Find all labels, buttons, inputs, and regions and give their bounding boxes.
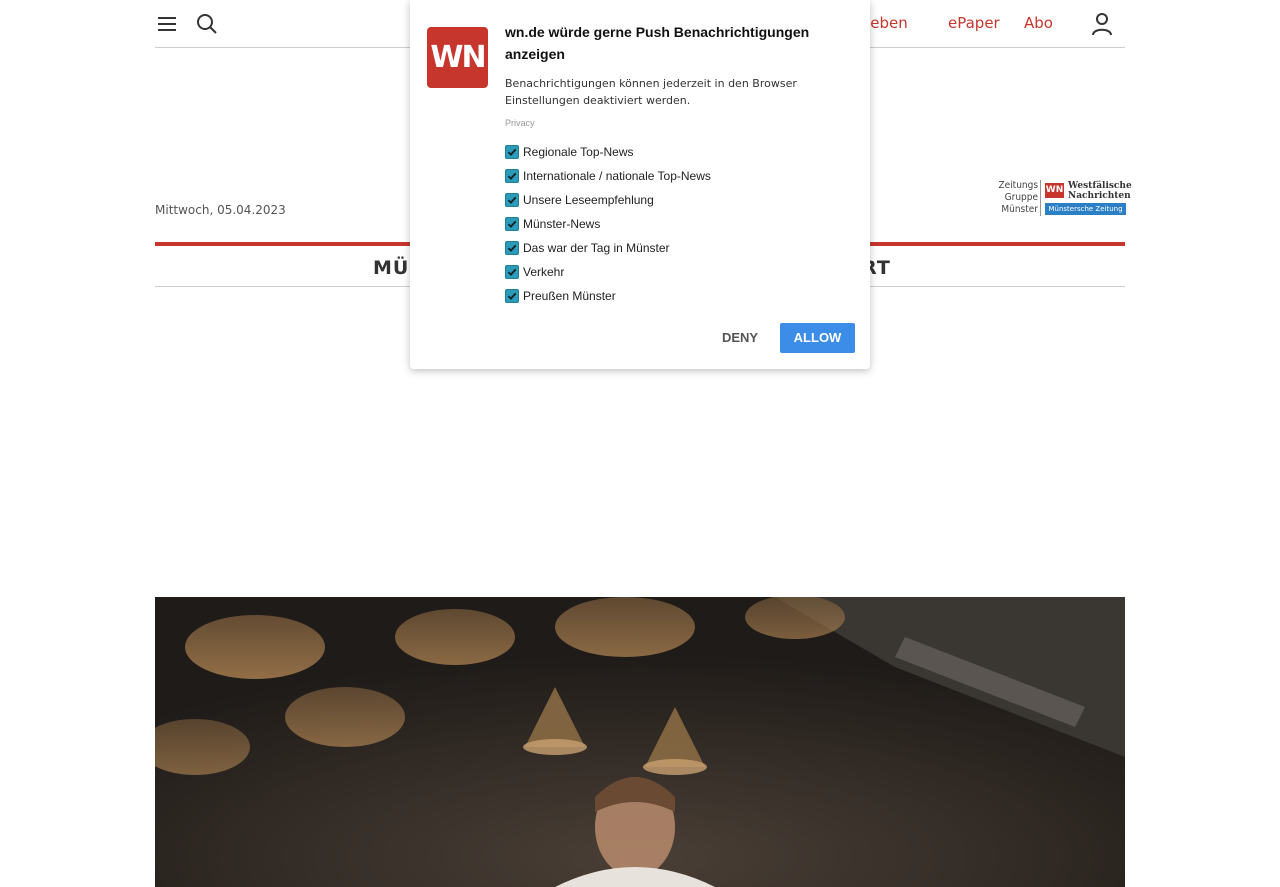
dialog-description: Benachrichtigungen können jederzeit in d… [505, 77, 797, 107]
option-label: Regionale Top-News [523, 145, 634, 159]
option-verkehr[interactable]: Verkehr [505, 260, 845, 284]
hero-photo-chef [155, 597, 1125, 887]
option-label: Internationale / nationale Top-News [523, 169, 711, 183]
option-label: Unsere Leseempfehlung [523, 193, 654, 207]
option-label: Verkehr [523, 265, 565, 279]
user-icon[interactable] [1090, 12, 1114, 36]
checkbox-checked-icon[interactable] [505, 241, 519, 255]
logo-divider [1040, 180, 1041, 216]
wn-name-line-2: Nachrichten [1068, 191, 1131, 201]
checkbox-checked-icon[interactable] [505, 169, 519, 183]
zgm-wordmark: Zeitungs Gruppe Münster [994, 180, 1038, 216]
option-muenster-news[interactable]: Münster-News [505, 212, 845, 236]
checkbox-checked-icon[interactable] [505, 217, 519, 231]
wn-wordmark: Westfälische Nachrichten [1068, 181, 1132, 201]
checkbox-checked-icon[interactable] [505, 289, 519, 303]
wn-name-line-1: Westfälische [1068, 181, 1132, 191]
privacy-link[interactable]: Privacy [505, 118, 535, 128]
option-label: Münster-News [523, 217, 601, 231]
checkbox-checked-icon[interactable] [505, 145, 519, 159]
deny-button[interactable]: DENY [710, 323, 770, 353]
nav-item-muenster[interactable]: MÜ [373, 257, 409, 279]
option-internationale-nationale-top-news[interactable]: Internationale / nationale Top-News [505, 164, 845, 188]
push-notification-dialog: WN wn.de würde gerne Push Benachrichtigu… [410, 0, 870, 369]
current-date: Mittwoch, 05.04.2023 [155, 203, 286, 217]
dialog-title: wn.de würde gerne Push Benachrichtigunge… [505, 24, 810, 62]
checkbox-checked-icon[interactable] [505, 193, 519, 207]
option-label: Das war der Tag in Münster [523, 241, 670, 255]
zgm-line-2: Gruppe [1004, 192, 1038, 203]
option-preussen-muenster[interactable]: Preußen Münster [505, 284, 845, 308]
wn-logo: WN [427, 27, 488, 88]
topic-options: Regionale Top-News Internationale / nati… [505, 140, 845, 308]
wn-badge: WN [1045, 183, 1064, 198]
page: ufgeben ePaper Abo Mittwoch, 05.04.2023 … [0, 0, 1280, 887]
allow-button[interactable]: ALLOW [780, 323, 855, 353]
option-das-war-der-tag[interactable]: Das war der Tag in Münster [505, 236, 845, 260]
link-abo[interactable]: Abo [1024, 14, 1053, 32]
link-epaper[interactable]: ePaper [948, 14, 1000, 32]
option-regionale-top-news[interactable]: Regionale Top-News [505, 140, 845, 164]
option-unsere-leseempfehlung[interactable]: Unsere Leseempfehlung [505, 188, 845, 212]
checkbox-checked-icon[interactable] [505, 265, 519, 279]
zgm-line-3: Münster [1001, 204, 1038, 215]
zeitungsgruppe-muenster-logo[interactable]: Zeitungs Gruppe Münster WN Westfälische … [994, 180, 1132, 218]
search-icon[interactable] [195, 12, 219, 36]
option-label: Preußen Münster [523, 289, 616, 303]
zgm-line-1: Zeitungs [998, 180, 1038, 191]
hero-image[interactable] [155, 597, 1125, 887]
mz-wordmark: Münstersche Zeitung [1045, 203, 1126, 215]
menu-icon[interactable] [155, 12, 179, 36]
